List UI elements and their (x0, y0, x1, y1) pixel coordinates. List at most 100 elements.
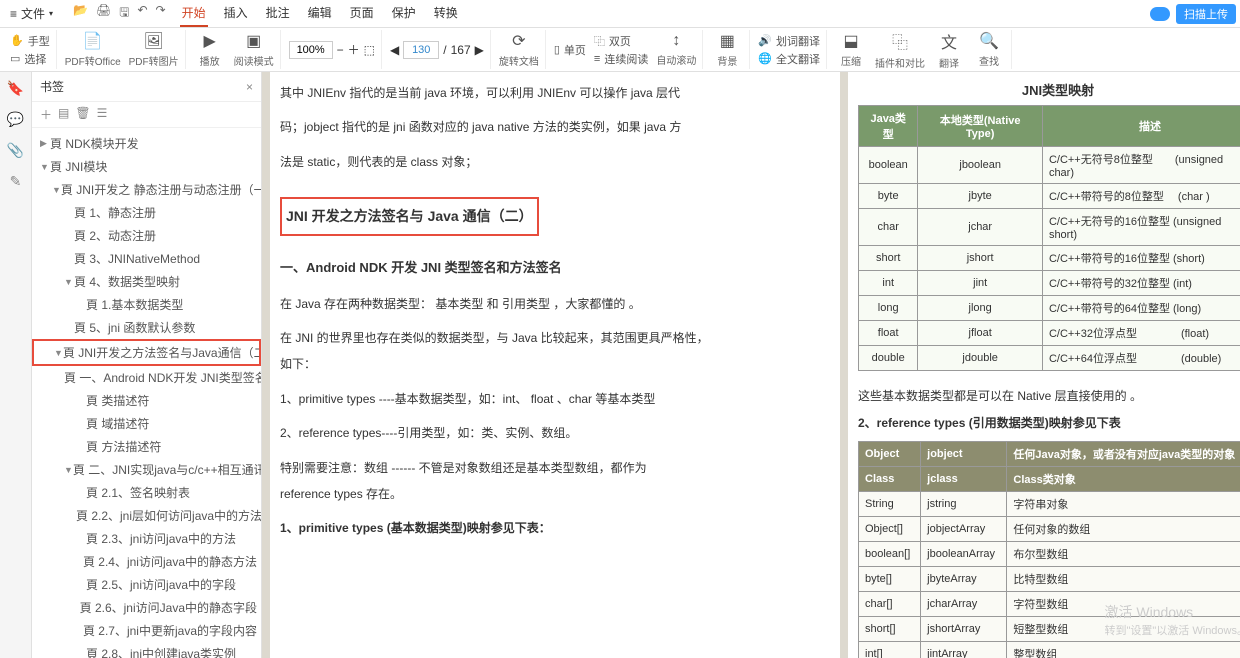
add-bookmark-icon[interactable]: ＋ (40, 106, 52, 123)
open-icon[interactable]: 📂 (73, 3, 88, 24)
next-page-icon[interactable]: ▶ (475, 43, 484, 57)
tree-toggle-icon[interactable]: ▼ (64, 277, 74, 287)
single-page[interactable]: ▯单页 (554, 42, 586, 58)
scroll-icon: ↕ (672, 32, 680, 50)
bookmark-label: 頁 方法描述符 (86, 438, 161, 455)
tab-start[interactable]: 开始 (180, 0, 208, 27)
signature-icon[interactable]: ✎ (10, 173, 22, 190)
undo-icon[interactable]: ↶ (137, 3, 147, 24)
tree-toggle-icon[interactable]: ▼ (54, 348, 63, 358)
table-header: 描述 (1042, 106, 1240, 147)
continuous-read[interactable]: ≡连续阅读 (594, 51, 648, 67)
bookmark-item[interactable]: 頁 2.4、jni访问java中的静态方法 (32, 550, 261, 573)
bookmark-item[interactable]: ▼ 頁 4、数据类型映射 (32, 270, 261, 293)
full-translate[interactable]: 🌐全文翻译 (758, 51, 820, 67)
translate-btn[interactable]: 文翻译 (933, 29, 965, 70)
nav-bookmark-icon[interactable]: ▤ (58, 106, 69, 123)
bookmark-item[interactable]: ▼ 頁 JNI模块 (32, 155, 261, 178)
bookmark-label: 頁 NDK模块开发 (50, 135, 139, 152)
zoom-out-icon[interactable]: − (337, 43, 344, 57)
bookmark-item[interactable]: 頁 域描述符 (32, 412, 261, 435)
bookmark-item[interactable]: 頁 类描述符 (32, 389, 261, 412)
bookmark-item[interactable]: 頁 2.8、jni中创建java类实例 (32, 642, 261, 658)
bookmark-item[interactable]: ▼ 頁 JNI开发之 静态注册与动态注册（一） (32, 178, 261, 201)
prev-page-icon[interactable]: ◀ (390, 43, 399, 57)
bookmark-item[interactable]: 頁 1.基本数据类型 (32, 293, 261, 316)
compare-btn[interactable]: ⿻插件和对比 (875, 29, 925, 70)
page-input[interactable] (403, 41, 439, 59)
table-row: int[]jintArray整型数组 (859, 642, 1240, 658)
bookmark-label: 頁 2、动态注册 (74, 227, 156, 244)
hand-tool[interactable]: ✋手型 (10, 33, 50, 49)
bookmark-label: 頁 2.6、jni访问Java中的静态字段 (80, 599, 257, 616)
redo-icon[interactable]: ↷ (156, 3, 166, 24)
bookmark-item[interactable]: 頁 2.2、jni层如何访问java中的方法和字段 (32, 504, 261, 527)
bookmark-item[interactable]: ▼ 頁 JNI开发之方法签名与Java通信（二） (32, 339, 261, 366)
table-row: floatjfloatC/C++32位浮点型 (float) (859, 321, 1240, 346)
double-page[interactable]: ⿻双页 (594, 33, 648, 49)
tree-toggle-icon[interactable]: ▼ (64, 465, 73, 475)
tab-page[interactable]: 页面 (348, 0, 376, 27)
tree-toggle-icon[interactable]: ▼ (52, 185, 61, 195)
bookmark-item[interactable]: 頁 5、jni 函数默认参数 (32, 316, 261, 339)
tab-edit[interactable]: 编辑 (306, 0, 334, 27)
bookmark-item[interactable]: 頁 3、JNINativeMethod (32, 247, 261, 270)
cloud-icon[interactable] (1150, 7, 1170, 21)
comment-icon[interactable]: 💬 (7, 111, 24, 128)
bookmark-item[interactable]: 頁 2.6、jni访问Java中的静态字段 (32, 596, 261, 619)
read-aloud[interactable]: 🔊划词翻译 (758, 33, 820, 49)
bookmark-item[interactable]: 頁 2.7、jni中更新java的字段内容 (32, 619, 261, 642)
file-menu[interactable]: ≡ 文件 ▾ (4, 3, 59, 24)
read-mode[interactable]: ▣阅读模式 (234, 31, 274, 68)
zoom-input[interactable] (289, 41, 333, 59)
print-icon[interactable]: 🖨 (96, 3, 111, 24)
bookmark-label: 頁 5、jni 函数默认参数 (74, 319, 195, 336)
tab-insert[interactable]: 插入 (222, 0, 250, 27)
bookmark-icon[interactable]: 🔖 (7, 80, 24, 97)
background-btn[interactable]: ▦背景 (711, 31, 743, 68)
tab-annotate[interactable]: 批注 (264, 0, 292, 27)
book-icon: ▣ (246, 31, 261, 51)
bookmark-tree[interactable]: ▶ 頁 NDK模块开发▼ 頁 JNI模块▼ 頁 JNI开发之 静态注册与动态注册… (32, 128, 261, 658)
rotate-doc[interactable]: ⟳旋转文档 (499, 31, 539, 68)
pdf-to-image[interactable]: 🖼PDF转图片 (129, 31, 179, 68)
auto-scroll[interactable]: ↕自动滚动 (656, 32, 696, 67)
tree-toggle-icon[interactable]: ▶ (40, 138, 50, 149)
find-btn[interactable]: 🔍查找 (973, 31, 1005, 68)
tab-convert[interactable]: 转换 (432, 0, 460, 27)
bookmark-item[interactable]: 頁 一、Android NDK开发 JNI类型签名和方法签名 (32, 366, 261, 389)
bookmark-panel: 书签 × ＋ ▤ 🗑 ☰ ▶ 頁 NDK模块开发▼ 頁 JNI模块▼ 頁 JNI… (32, 72, 262, 658)
table-row: shortjshortC/C++带符号的16位整型 (short) (859, 246, 1240, 271)
bookmark-item[interactable]: 頁 1、静态注册 (32, 201, 261, 224)
table-row: intjintC/C++带符号的32位整型 (int) (859, 271, 1240, 296)
select-tool[interactable]: ▭选择 (10, 51, 50, 67)
bookmark-item[interactable]: 頁 2.3、jni访问java中的方法 (32, 527, 261, 550)
menu-bookmark-icon[interactable]: ☰ (97, 106, 108, 123)
delete-bookmark-icon[interactable]: 🗑 (75, 106, 90, 123)
bookmark-label: 頁 2.4、jni访问java中的静态方法 (83, 553, 257, 570)
bookmark-label: 頁 JNI模块 (50, 158, 107, 175)
doc-text: 1、primitive types ----基本数据类型，如：int、 floa… (280, 386, 830, 412)
bookmark-item[interactable]: 頁 2.1、签名映射表 (32, 481, 261, 504)
fit-icon[interactable]: ⬚ (364, 43, 375, 57)
bookmark-item[interactable]: ▼ 頁 二、JNI实现java与c/c++相互通讯 (32, 458, 261, 481)
doc-text: 特别需要注意：数组 ------ 不管是对象数组还是基本类型数组，都作为 (280, 461, 647, 475)
bookmark-item[interactable]: 頁 方法描述符 (32, 435, 261, 458)
bookmark-item[interactable]: 頁 2、动态注册 (32, 224, 261, 247)
upload-badge[interactable]: 扫描上传 (1176, 4, 1236, 24)
save-icon[interactable]: 🖫 (119, 3, 129, 24)
tree-toggle-icon[interactable]: ▼ (40, 162, 50, 172)
office-icon: 📄 (83, 31, 103, 51)
document-viewer[interactable]: 其中 JNIEnv 指代的是当前 java 环境，可以利用 JNIEnv 可以操… (262, 72, 1240, 658)
zoom-in-icon[interactable]: ＋ (348, 41, 360, 58)
compress-btn[interactable]: ⬓压缩 (835, 31, 867, 68)
doc-text: 2、reference types (引用数据类型)映射参见下表 (858, 414, 1240, 431)
play-button[interactable]: ▶播放 (194, 31, 226, 68)
tab-protect[interactable]: 保护 (390, 0, 418, 27)
pdf-to-office[interactable]: 📄PDF转Office (65, 31, 121, 68)
bookmark-item[interactable]: ▶ 頁 NDK模块开发 (32, 132, 261, 155)
hamburger-icon: ≡ (10, 7, 17, 21)
attachment-icon[interactable]: 📎 (7, 142, 24, 159)
close-icon[interactable]: × (246, 80, 253, 94)
bookmark-item[interactable]: 頁 2.5、jni访问java中的字段 (32, 573, 261, 596)
